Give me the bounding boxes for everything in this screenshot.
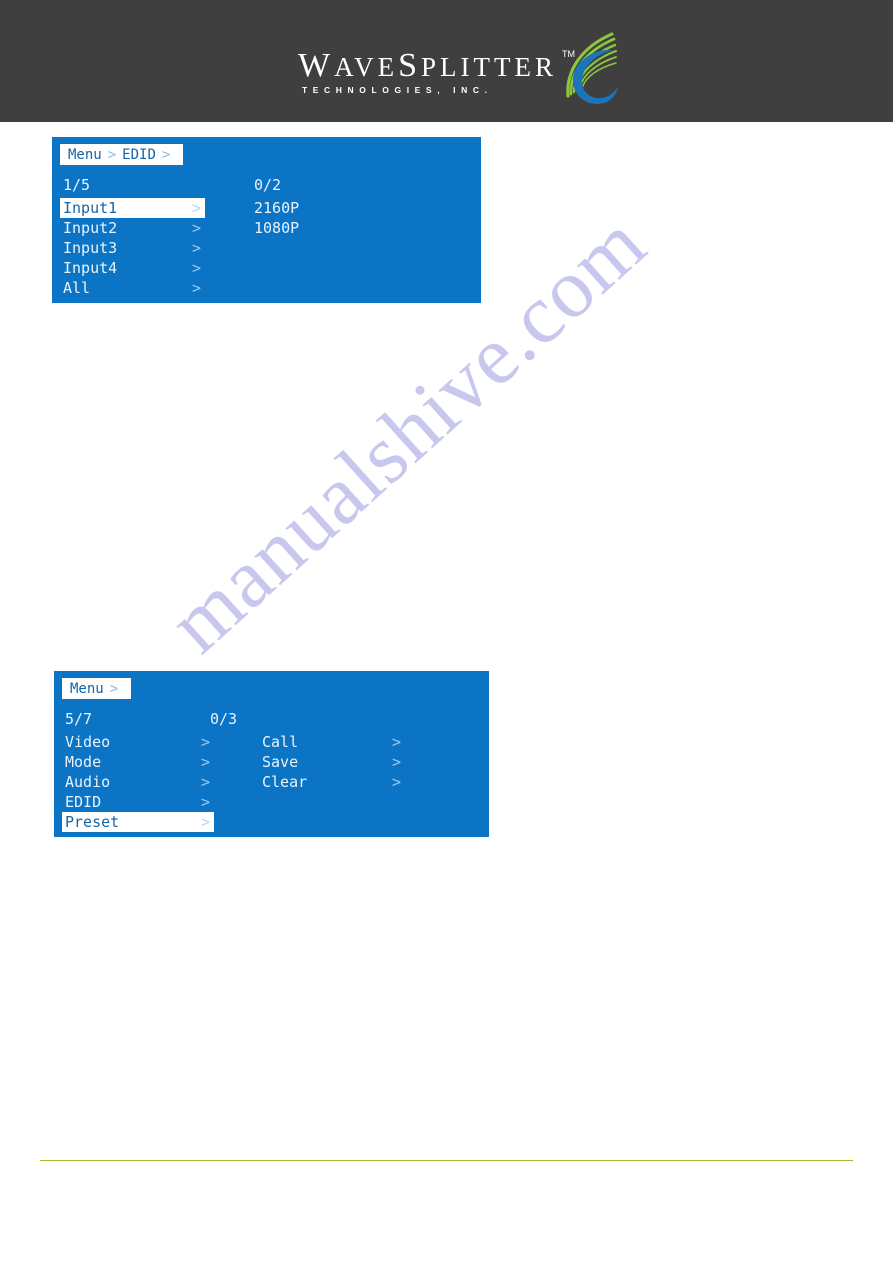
- chevron-right-icon: >: [200, 793, 210, 811]
- logo-wordmark-ave: AVE: [334, 52, 399, 82]
- chevron-right-icon: >: [391, 733, 401, 751]
- logo-wordmark-s: S: [398, 47, 422, 84]
- chevron-right-icon: >: [200, 773, 210, 791]
- menu-item-label: Save: [262, 753, 299, 771]
- breadcrumb-item-menu[interactable]: Menu: [70, 682, 104, 696]
- menu-item-label: Audio: [65, 773, 111, 791]
- menu-item-clear[interactable]: Clear >: [210, 772, 405, 792]
- menu-item-input4[interactable]: Input4 >: [60, 258, 205, 278]
- menu-item-label: 1080P: [254, 219, 300, 237]
- right-counter: 0/2: [254, 176, 282, 194]
- chevron-right-icon: >: [191, 279, 201, 297]
- breadcrumb: Menu > EDID >: [60, 144, 184, 165]
- menu-item-edid[interactable]: EDID >: [62, 792, 214, 812]
- menu-item-label: Clear: [262, 773, 308, 791]
- chevron-right-icon: >: [200, 813, 210, 831]
- page-header: WAVESPLITTER TM TECHNOLOGIES, INC.: [0, 0, 893, 122]
- preset-action-list: Call > Save > Clear >: [210, 732, 405, 792]
- menu-item-label: Mode: [65, 753, 102, 771]
- breadcrumb: Menu >: [62, 678, 132, 699]
- left-counter: 1/5: [63, 176, 91, 194]
- breadcrumb-item-edid[interactable]: EDID: [122, 148, 156, 162]
- wave-swoosh-icon: [566, 32, 618, 104]
- menu-item-label: Preset: [65, 813, 120, 831]
- menu-item-1080p[interactable]: 1080P: [252, 218, 372, 238]
- osd-screen-menu: Menu > 5/7 0/3 Video > Mode > Audio > ED…: [54, 671, 489, 837]
- menu-item-save[interactable]: Save >: [210, 752, 405, 772]
- menu-item-label: Input3: [63, 239, 118, 257]
- menu-item-call[interactable]: Call >: [210, 732, 405, 752]
- chevron-right-icon: >: [391, 773, 401, 791]
- brand-logo: WAVESPLITTER TM TECHNOLOGIES, INC.: [298, 28, 623, 110]
- chevron-right-icon: >: [107, 146, 117, 163]
- chevron-right-icon: >: [191, 259, 201, 277]
- chevron-right-icon: >: [191, 239, 201, 257]
- osd-screen-edid: Menu > EDID > 1/5 0/2 Input1 > Input2 > …: [52, 137, 481, 303]
- chevron-right-icon: >: [161, 146, 171, 163]
- breadcrumb-item-menu[interactable]: Menu: [68, 148, 102, 162]
- menu-item-all[interactable]: All >: [60, 278, 205, 298]
- menu-item-input3[interactable]: Input3 >: [60, 238, 205, 258]
- logo-wordmark-w: W: [298, 47, 335, 84]
- footer-divider: [40, 1160, 853, 1161]
- menu-item-label: Input4: [63, 259, 118, 277]
- menu-item-label: Input2: [63, 219, 118, 237]
- right-counter: 0/3: [210, 710, 238, 728]
- logo-wordmark-plitter: PLITTER: [421, 52, 558, 82]
- chevron-right-icon: >: [191, 199, 201, 217]
- counter-row: 5/7 0/3: [54, 709, 489, 729]
- left-counter: 5/7: [65, 710, 93, 728]
- chevron-right-icon: >: [191, 219, 201, 237]
- menu-item-label: EDID: [65, 793, 102, 811]
- counter-row: 1/5 0/2: [52, 175, 481, 195]
- logo-subtitle: TECHNOLOGIES, INC.: [302, 85, 493, 95]
- chevron-right-icon: >: [200, 753, 210, 771]
- menu-item-input1[interactable]: Input1 >: [60, 198, 205, 218]
- menu-item-label: Input1: [63, 199, 118, 217]
- logo-wordmark: WAVESPLITTER: [298, 49, 557, 83]
- chevron-right-icon: >: [109, 680, 119, 697]
- menu-item-label: All: [63, 279, 91, 297]
- chevron-right-icon: >: [200, 733, 210, 751]
- menu-item-mode[interactable]: Mode >: [62, 752, 214, 772]
- edid-input-list: Input1 > Input2 > Input3 > Input4 > All …: [60, 198, 205, 298]
- menu-item-preset[interactable]: Preset >: [62, 812, 214, 832]
- menu-item-audio[interactable]: Audio >: [62, 772, 214, 792]
- menu-item-input2[interactable]: Input2 >: [60, 218, 205, 238]
- menu-item-label: Call: [262, 733, 299, 751]
- menu-item-2160p[interactable]: 2160P: [252, 198, 372, 218]
- menu-item-video[interactable]: Video >: [62, 732, 214, 752]
- edid-resolution-list: 2160P 1080P: [252, 198, 372, 238]
- main-menu-list: Video > Mode > Audio > EDID > Preset >: [62, 732, 214, 832]
- chevron-right-icon: >: [391, 753, 401, 771]
- menu-item-label: Video: [65, 733, 111, 751]
- menu-item-label: 2160P: [254, 199, 300, 217]
